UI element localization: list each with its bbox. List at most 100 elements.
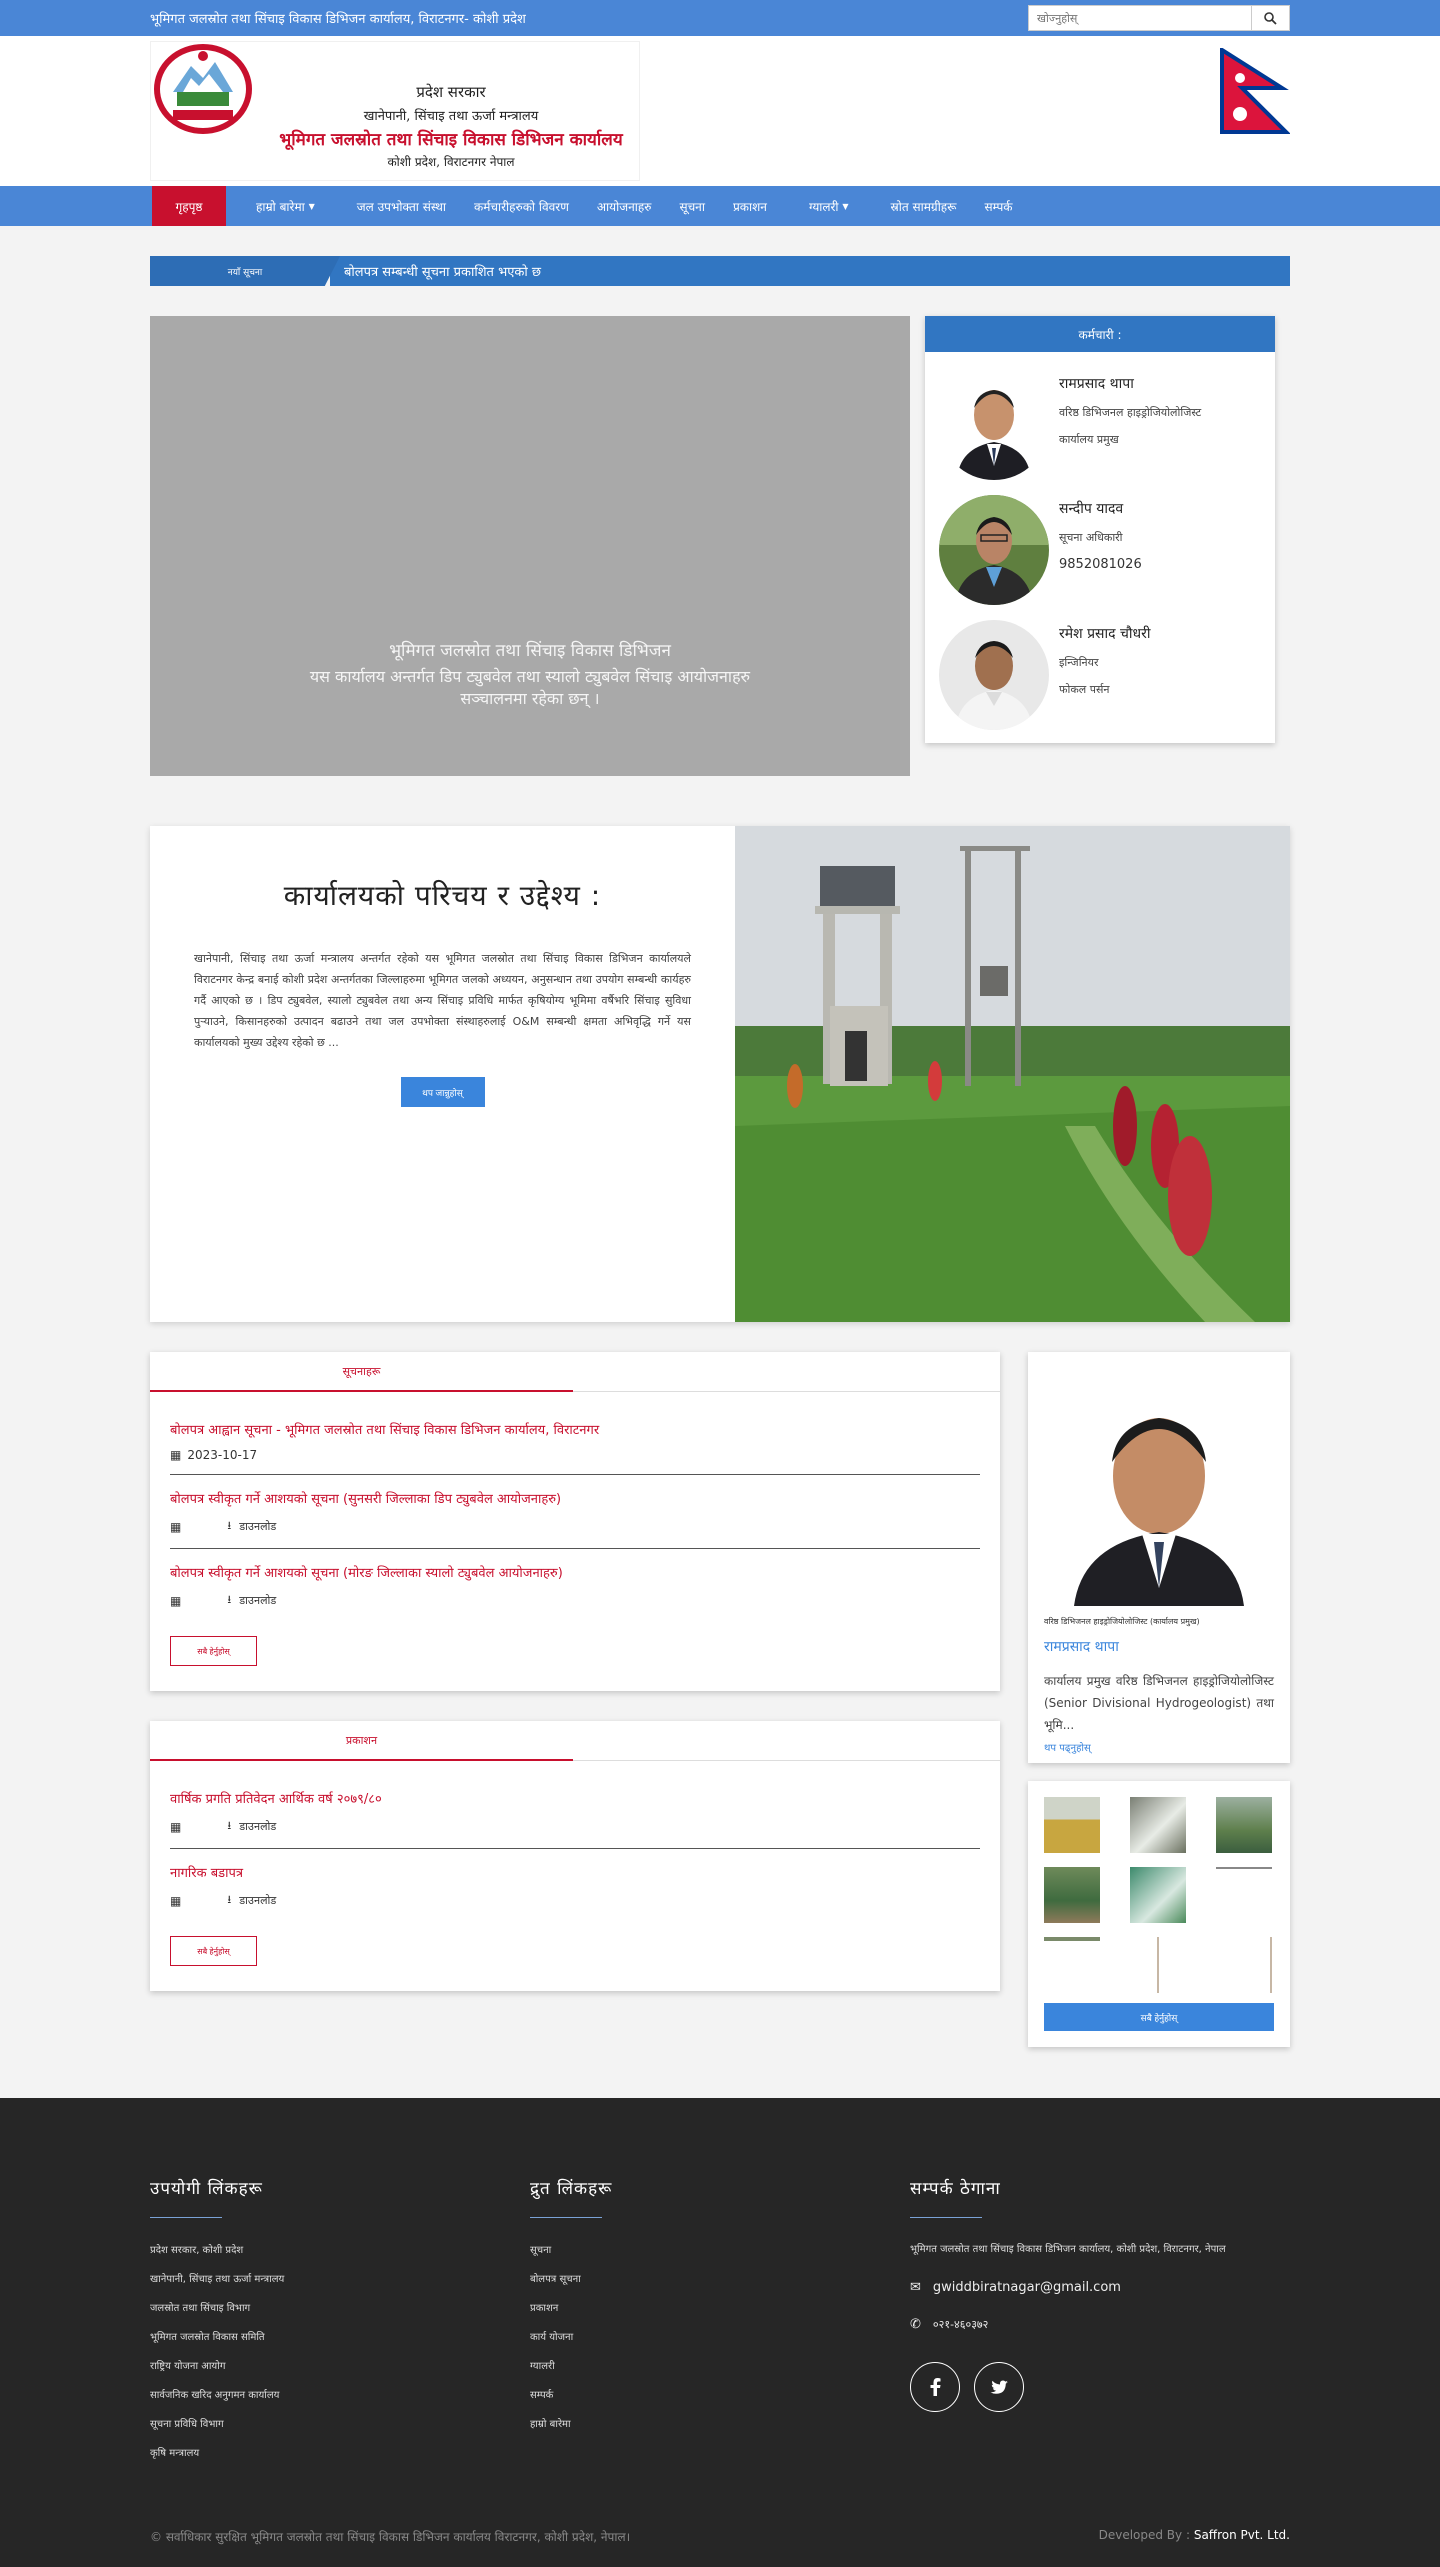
staff-name: रमेश प्रसाद चौधरी (1059, 626, 1151, 642)
envelope-icon: ✉ (910, 2280, 921, 2295)
footer-link[interactable]: सूचना प्रविधि विभाग (150, 2416, 530, 2430)
nepal-emblem-icon (154, 44, 252, 134)
staff-phone: कार्यालय प्रमुख (1059, 433, 1119, 446)
chief-read-more-link[interactable]: थप पढ्नुहोस् (1044, 1740, 1274, 1754)
footer-email-row[interactable]: ✉ gwiddbiratnagar@gmail.com (910, 2280, 1290, 2295)
gallery-thumbnail[interactable] (1044, 1797, 1100, 1853)
chief-designation: वरिष्ठ डिभिजनल हाइड्रोजियोलोजिस्ट (कार्य… (1044, 1617, 1200, 1626)
gallery-thumbnail[interactable] (1216, 1937, 1272, 1993)
nav-about[interactable]: हाम्रो बारेमा ▼ (226, 186, 329, 226)
gallery-thumbnail[interactable] (1216, 1867, 1272, 1923)
gallery-thumbnail[interactable] (1216, 1797, 1272, 1853)
logo-link[interactable]: प्रदेश सरकार खानेपानी, सिंचाइ तथा ऊर्जा … (150, 41, 640, 181)
footer-link[interactable]: सूचना (530, 2242, 910, 2256)
footer-link[interactable]: कार्य योजना (530, 2329, 910, 2343)
footer-link[interactable]: राष्ट्रिय योजना आयोग (150, 2358, 530, 2372)
developer-link[interactable]: Saffron Pvt. Ltd. (1194, 2528, 1290, 2542)
nav-projects[interactable]: आयोजनाहरु (583, 186, 666, 226)
staff-heading: कर्मचारी : (925, 316, 1275, 352)
gallery-thumbnail[interactable] (1044, 1867, 1100, 1923)
caret-down-icon: ▼ (842, 201, 849, 211)
download-link[interactable]: ⭳ डाउनलोड (227, 1891, 276, 1910)
download-link[interactable]: ⭳ डाउनलोड (227, 1517, 276, 1536)
list-item: वार्षिक प्रगति प्रतिवेदन आर्थिक वर्ष २०७… (170, 1789, 980, 1849)
tab-publications[interactable]: प्रकाशन (150, 1721, 573, 1761)
publications-card: प्रकाशन वार्षिक प्रगति प्रतिवेदन आर्थिक … (150, 1721, 1000, 1991)
nav-gallery[interactable]: ग्यालरी ▼ (781, 186, 863, 226)
staff-name: सन्दीप यादव (1059, 501, 1124, 517)
footer-link[interactable]: हाम्रो बारेमा (530, 2416, 910, 2430)
staff-phone: 9852081026 (1059, 557, 1142, 572)
nav-staff[interactable]: कर्मचारीहरुको विवरण (460, 186, 583, 226)
download-link[interactable]: ⭳ डाउनलोड (227, 1591, 276, 1610)
publications-view-all-button[interactable]: सबै हेर्नुहोस् (170, 1936, 257, 1966)
search-icon (1264, 11, 1277, 25)
phone-icon: ✆ (910, 2317, 921, 2332)
notices-card: सूचनाहरू बोलपत्र आह्वान सूचना - भूमिगत ज… (150, 1352, 1000, 1691)
nav-notices[interactable]: सूचना (665, 186, 719, 226)
footer-link[interactable]: खानेपानी, सिंचाइ तथा ऊर्जा मन्त्रालय (150, 2271, 530, 2285)
about-section: कार्यालयको परिचय र उद्देश्य : खानेपानी, … (150, 826, 1290, 1322)
office-name: भूमिगत जलस्रोत तथा सिंचाइ विकास डिभिजन क… (279, 130, 623, 150)
tab-notices[interactable]: सूचनाहरू (150, 1352, 573, 1392)
footer-link[interactable]: भूमिगत जलस्रोत विकास समिति (150, 2329, 530, 2343)
twitter-icon[interactable] (974, 2362, 1024, 2412)
download-icon: ⭳ (227, 1893, 232, 1906)
footer-link[interactable]: सम्पर्क (530, 2387, 910, 2401)
staff-card[interactable]: सन्दीप यादव सूचना अधिकारी 9852081026 (925, 477, 1275, 605)
gallery-thumbnail[interactable] (1157, 1937, 1186, 1993)
nav-water-users[interactable]: जल उपभोक्ता संस्था (329, 186, 460, 226)
search-button[interactable] (1252, 5, 1290, 31)
nav-home[interactable]: गृहपृष्ठ (152, 186, 226, 226)
nav-about-label: हाम्रो बारेमा (256, 199, 305, 214)
footer-link[interactable]: जलस्रोत तथा सिंचाइ विभाग (150, 2300, 530, 2314)
gallery-thumbnail[interactable] (1044, 1937, 1100, 1993)
gallery-thumbnail[interactable] (1130, 1797, 1186, 1853)
download-link[interactable]: ⭳ डाउनलोड (227, 1817, 276, 1836)
avatar (939, 620, 1049, 730)
gallery-view-all-button[interactable]: सबै हेर्नुहोस् (1044, 2003, 1274, 2031)
search-input[interactable] (1028, 5, 1252, 31)
download-icon: ⭳ (227, 1593, 232, 1606)
download-label: डाउनलोड (239, 1520, 277, 1533)
nav-contact[interactable]: सम्पर्क (971, 186, 1027, 226)
facebook-icon[interactable] (910, 2362, 960, 2412)
top-bar: भूमिगत जलस्रोत तथा सिंचाइ विकास डिभिजन क… (0, 0, 1440, 36)
slider-caption-title: भूमिगत जलस्रोत तथा सिंचाइ विकास डिभिजन (389, 641, 671, 661)
footer-link[interactable]: कृषि मन्त्रालय (150, 2445, 530, 2459)
staff-card[interactable]: रमेश प्रसाद चौधरी इन्जिनियर फोकल पर्सन (925, 602, 1275, 730)
footer-col2-title: द्रुत लिंकहरू (530, 2179, 613, 2199)
footer-quick-links: द्रुत लिंकहरू सूचना बोलपत्र सूचना प्रकाश… (530, 2176, 910, 2474)
footer-link[interactable]: बोलपत्र सूचना (530, 2271, 910, 2285)
hero-slider[interactable]: भूमिगत जलस्रोत तथा सिंचाइ विकास डिभिजन य… (150, 316, 910, 776)
notice-title[interactable]: बोलपत्र स्वीकृत गर्ने आशयको सूचना (सुनसर… (170, 1489, 980, 1507)
chief-name[interactable]: रामप्रसाद थापा (1044, 1637, 1274, 1656)
footer-link[interactable]: सार्वजनिक खरिद अनुगमन कार्यालय (150, 2387, 530, 2401)
nepal-flag-icon (1220, 48, 1290, 134)
staff-name: रामप्रसाद थापा (1059, 376, 1134, 392)
notice-title[interactable]: बोलपत्र आह्वान सूचना - भूमिगत जलस्रोत तथ… (170, 1420, 980, 1438)
about-read-more-button[interactable]: थप जान्नुहोस् (400, 1077, 485, 1107)
calendar-icon: ▦ (170, 1519, 182, 1534)
footer-link[interactable]: प्रदेश सरकार, कोशी प्रदेश (150, 2242, 530, 2256)
footer-contact: सम्पर्क ठेगाना भूमिगत जलस्रोत तथा सिंचाइ… (910, 2176, 1290, 2474)
publication-title[interactable]: नागरिक बडापत्र (170, 1863, 980, 1881)
footer-link[interactable]: प्रकाशन (530, 2300, 910, 2314)
calendar-icon: ▦ (170, 1819, 182, 1834)
about-heading: कार्यालयको परिचय र उद्देश्य : (283, 879, 602, 912)
nav-gallery-label: ग्यालरी (808, 199, 839, 214)
about-image (735, 826, 1290, 1322)
download-label: डाउनलोड (239, 1820, 277, 1833)
ticker-text[interactable]: बोलपत्र सम्बन्धी सूचना प्रकाशित भएको छ (330, 256, 1290, 286)
download-icon: ⭳ (227, 1819, 232, 1832)
notices-view-all-button[interactable]: सबै हेर्नुहोस् (170, 1636, 257, 1666)
publication-title[interactable]: वार्षिक प्रगति प्रतिवेदन आर्थिक वर्ष २०७… (170, 1789, 980, 1807)
ministry-name: खानेपानी, सिंचाइ तथा ऊर्जा मन्त्रालय (363, 109, 539, 124)
notice-title[interactable]: बोलपत्र स्वीकृत गर्ने आशयको सूचना (मोरङ … (170, 1563, 980, 1581)
gallery-thumbnail[interactable] (1130, 1867, 1186, 1923)
staff-card[interactable]: रामप्रसाद थापा वरिष्ठ डिभिजनल हाइड्रोजिय… (925, 352, 1275, 480)
office-address: कोशी प्रदेश, विराटनगर नेपाल (387, 155, 515, 169)
nav-publications[interactable]: प्रकाशन (719, 186, 781, 226)
footer-link[interactable]: ग्यालरी (530, 2358, 910, 2372)
nav-resources[interactable]: स्रोत सामग्रीहरू (863, 186, 971, 226)
